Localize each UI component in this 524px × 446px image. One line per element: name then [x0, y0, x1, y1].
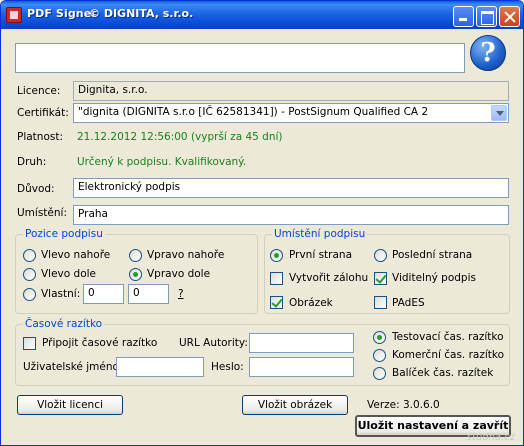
vlastni-help-link[interactable]: ?	[178, 288, 184, 300]
platnost-value: 21.12.2012 12:56:00 (vyprší za 45 dní)	[77, 131, 283, 143]
balicek-razitek-label: Balíček čas. razítek	[392, 367, 494, 379]
pozice-podpisu-title: Pozice podpisu	[23, 228, 105, 240]
vlevo-nahore-label: Vlevo nahoře	[41, 249, 111, 261]
licence-value: Dignita, s.r.o.	[73, 81, 509, 101]
pripojit-razitko-label: Připojit časové razítko	[42, 337, 158, 349]
umisteni-label: Umístění:	[17, 207, 67, 219]
vlastni-y-input[interactable]: 0	[128, 284, 169, 304]
posledni-strana-radio[interactable]	[374, 249, 387, 262]
uzivatelske-jmeno-input[interactable]	[116, 357, 204, 377]
komercni-razitko-radio[interactable]	[373, 349, 386, 362]
vlevo-dole-radio[interactable]	[23, 268, 36, 281]
vytvorit-zalohu-label: Vytvořit zálohu	[289, 272, 369, 284]
pdf-signer-window: PDF Signer © DIGNITA, s.r.o. ? Licence: …	[0, 0, 524, 446]
viditelny-podpis-checkbox[interactable]	[374, 272, 387, 285]
maximize-button[interactable]	[476, 6, 497, 27]
testovaci-razitko-label: Testovací čas. razítko	[392, 331, 504, 343]
balicek-razitek-radio[interactable]	[373, 367, 386, 380]
duvod-label: Důvod:	[17, 183, 55, 195]
vlastni-radio[interactable]	[23, 288, 36, 301]
viditelny-podpis-label: Viditelný podpis	[392, 272, 476, 284]
heslo-input[interactable]	[249, 357, 354, 377]
chevron-down-icon[interactable]	[491, 105, 507, 121]
vytvorit-zalohu-checkbox[interactable]	[270, 272, 283, 285]
uzivatelske-jmeno-label: Uživatelské jméno:	[23, 361, 123, 373]
pripojit-razitko-checkbox[interactable]	[23, 337, 36, 350]
platnost-label: Platnost:	[17, 131, 64, 143]
status-input[interactable]	[15, 43, 465, 73]
umisteni-input[interactable]: Praha	[73, 205, 509, 225]
window-title: PDF Signer	[27, 7, 97, 20]
prvni-strana-radio[interactable]	[270, 249, 283, 262]
url-autority-label: URL Autority:	[179, 337, 248, 349]
certificate-select-value: "dignita (DIGNITA s.r.o [IČ 62581341]) -…	[78, 106, 429, 118]
casove-razitko-title: Časové razítko	[23, 318, 105, 330]
vpravo-nahore-radio[interactable]	[129, 249, 142, 262]
obrazek-checkbox[interactable]	[270, 296, 283, 309]
vlozit-obrazek-button[interactable]: Vložit obrázek	[242, 395, 348, 415]
minimize-button[interactable]	[453, 6, 474, 27]
window-title-company: © DIGNITA, s.r.o.	[89, 7, 194, 20]
pades-label: PAdES	[392, 297, 425, 309]
duvod-input[interactable]: Elektronický podpis	[73, 178, 509, 198]
url-autority-input[interactable]	[249, 333, 354, 353]
vlastni-x-input[interactable]: 0	[83, 284, 124, 304]
licence-label: Licence:	[17, 85, 61, 97]
help-icon[interactable]: ?	[470, 35, 506, 71]
heslo-label: Heslo:	[211, 361, 244, 373]
watermark: studna.cz	[466, 432, 515, 443]
vlozit-licenci-button[interactable]: Vložit licenci	[17, 395, 123, 415]
posledni-strana-label: Poslední strana	[392, 249, 473, 261]
certificate-select[interactable]: "dignita (DIGNITA s.r.o [IČ 62581341]) -…	[73, 103, 509, 123]
vpravo-nahore-label: Vpravo nahoře	[147, 249, 225, 261]
vpravo-dole-radio[interactable]	[129, 268, 142, 281]
komercni-razitko-label: Komerční čas. razítko	[392, 349, 505, 361]
vpravo-dole-label: Vpravo dole	[147, 268, 211, 280]
app-icon	[6, 7, 22, 23]
prvni-strana-label: První strana	[289, 249, 353, 261]
umisteni-podpisu-title: Umístění podpisu	[272, 228, 368, 240]
close-button[interactable]	[499, 6, 520, 27]
druh-label: Druh:	[17, 156, 47, 168]
title-bar[interactable]: PDF Signer © DIGNITA, s.r.o.	[1, 1, 523, 29]
vlastni-label: Vlastní:	[41, 288, 81, 300]
verze-label: Verze: 3.0.6.0	[367, 399, 440, 411]
certifikat-label: Certifikát:	[17, 107, 69, 119]
druh-value: Určený k podpisu. Kvalifikovaný.	[77, 156, 247, 168]
obrazek-label: Obrázek	[289, 297, 333, 309]
vlevo-dole-label: Vlevo dole	[41, 268, 97, 280]
pades-checkbox[interactable]	[374, 296, 387, 309]
testovaci-razitko-radio[interactable]	[373, 331, 386, 344]
vlevo-nahore-radio[interactable]	[23, 249, 36, 262]
